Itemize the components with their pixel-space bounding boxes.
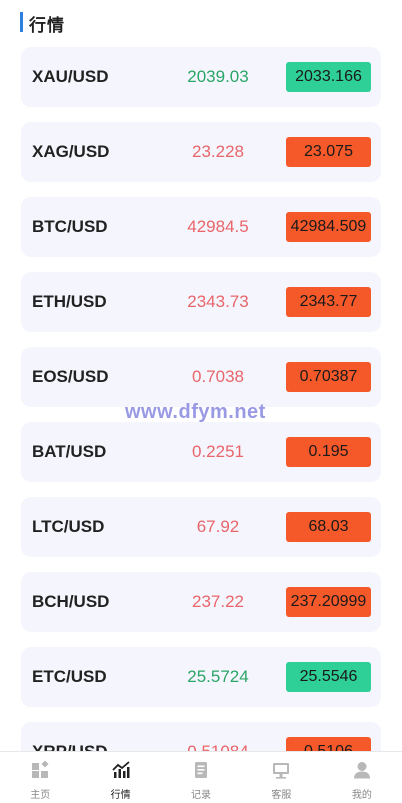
quote-badge[interactable]: 68.03 (286, 512, 371, 542)
tab-label: 行情 (110, 790, 131, 801)
market-symbol: XAG/USD (32, 142, 110, 161)
market-symbol: BCH/USD (32, 592, 110, 611)
tab-profile[interactable]: 我的 (322, 752, 402, 803)
market-price: 42984.5 (187, 217, 249, 236)
support-icon (273, 763, 290, 779)
market-price: 0.7038 (192, 367, 244, 386)
watermark-text: www.dfym.net (125, 401, 266, 423)
quote-badge[interactable]: 237.20999 (286, 587, 371, 617)
quote-badge[interactable]: 25.5546 (286, 662, 371, 692)
market-row[interactable]: ETC/USD 25.5724 25.5546 (21, 647, 381, 707)
page-header: 行情 (0, 0, 402, 44)
tab-label: 我的 (351, 790, 372, 801)
market-row[interactable]: BCH/USD 237.22 237.20999 (21, 572, 381, 632)
quote-badge[interactable]: 0.5106 (286, 737, 371, 751)
record-icon (195, 762, 208, 778)
market-symbol: ETH/USD (32, 292, 107, 311)
market-price: 0.51084 (168, 722, 268, 751)
market-list[interactable]: XAU/USD 2039.03 2033.166 XAG/USD 23.228 … (0, 44, 402, 751)
market-row[interactable]: XAG/USD 23.228 23.075 (21, 122, 381, 182)
tab-market[interactable]: 行情 (80, 752, 160, 803)
bottom-tab-bar: 主页 行情 记录 客服 我的 (0, 751, 402, 803)
tab-label: 客服 (271, 790, 292, 801)
market-row[interactable]: BAT/USD 0.2251 0.195 (21, 422, 381, 482)
quote-badge[interactable]: 0.70387 (286, 362, 371, 392)
market-symbol: EOS/USD (32, 367, 109, 386)
tab-support[interactable]: 客服 (241, 752, 321, 803)
market-price: 0.2251 (192, 442, 244, 461)
market-symbol: BAT/USD (32, 442, 107, 461)
quote-badge[interactable]: 2343.77 (286, 287, 371, 317)
chart-icon (111, 761, 130, 778)
market-price: 23.228 (192, 142, 244, 161)
market-price: 25.5724 (187, 667, 249, 686)
market-price: 2039.03 (187, 67, 249, 86)
market-symbol: XRP/USD (32, 722, 108, 751)
tab-label: 主页 (30, 790, 51, 801)
title-accent-bar (20, 12, 23, 32)
market-price: 237.22 (192, 592, 244, 611)
market-symbol: ETC/USD (32, 667, 107, 686)
market-row[interactable]: ETH/USD 2343.73 2343.77 (21, 272, 381, 332)
quote-badge[interactable]: 23.075 (286, 137, 371, 167)
market-row[interactable]: EOS/USD 0.7038 0.70387 (21, 347, 381, 407)
market-row[interactable]: LTC/USD 67.92 68.03 (21, 497, 381, 557)
quote-badge[interactable]: 0.195 (286, 437, 371, 467)
tab-records[interactable]: 记录 (161, 752, 241, 803)
market-row[interactable]: XRP/USD 0.51084 0.5106 (21, 722, 381, 751)
user-icon (353, 762, 370, 779)
market-symbol: LTC/USD (32, 517, 105, 536)
market-symbol: BTC/USD (32, 217, 108, 236)
quote-badge[interactable]: 2033.166 (286, 62, 371, 92)
quote-badge[interactable]: 42984.509 (286, 212, 371, 242)
market-symbol: XAU/USD (32, 67, 109, 86)
home-icon (32, 761, 49, 778)
market-row[interactable]: XAU/USD 2039.03 2033.166 (21, 47, 381, 107)
market-price: 2343.73 (187, 292, 249, 311)
market-row[interactable]: BTC/USD 42984.5 42984.509 (21, 197, 381, 257)
tab-home[interactable]: 主页 (0, 752, 80, 803)
market-price: 67.92 (196, 517, 240, 536)
page-title: 行情 (29, 16, 65, 35)
tab-label: 记录 (191, 790, 212, 801)
